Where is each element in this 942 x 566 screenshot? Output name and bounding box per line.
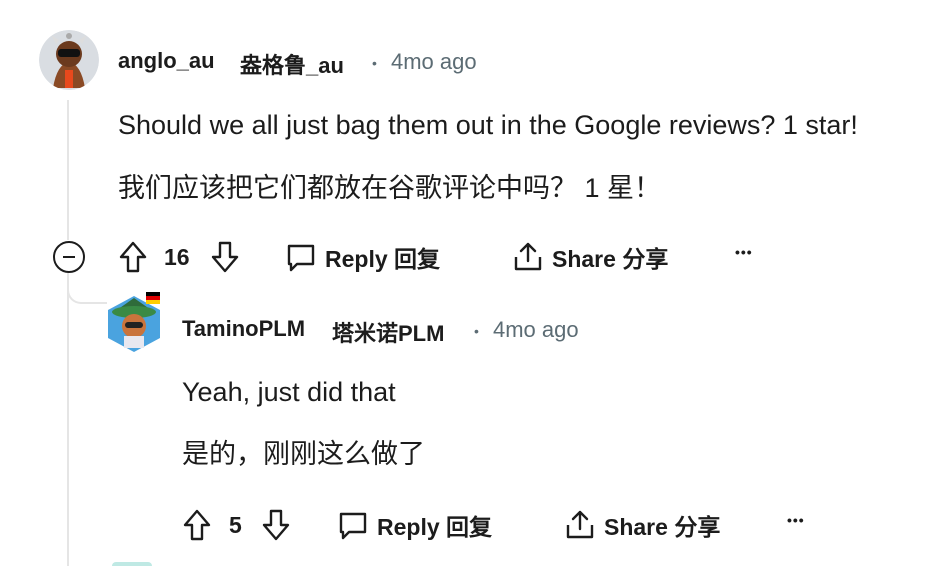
- downvote-icon: [262, 509, 290, 541]
- downvote-icon: [211, 241, 239, 273]
- upvote-icon: [119, 241, 147, 273]
- thread-line-main-lower: [67, 272, 69, 566]
- username[interactable]: TaminoPLM: [182, 316, 305, 342]
- share-icon: [566, 510, 594, 539]
- comment-text-cn: 我们应该把它们都放在谷歌评论中吗？ 1 星！: [118, 173, 662, 203]
- thread-line-main: [67, 100, 69, 240]
- username-cn[interactable]: 塔米诺PLM: [332, 316, 444, 348]
- upvote-button[interactable]: [118, 240, 148, 279]
- collapse-icon: [63, 256, 75, 258]
- meta-separator: •: [474, 323, 479, 339]
- downvote-button[interactable]: [210, 240, 240, 279]
- reply-button[interactable]: Reply 回复: [337, 508, 492, 542]
- upvote-button[interactable]: [182, 508, 212, 547]
- comment-text-en: Should we all just bag them out in the G…: [118, 110, 858, 140]
- thread-elbow: [67, 272, 107, 304]
- vote-count: 5: [229, 512, 242, 538]
- comment-text-cn: 是的，刚刚这么做了: [182, 439, 425, 469]
- more-options-button[interactable]: •••: [735, 244, 753, 260]
- next-avatar-partial: [112, 562, 152, 566]
- collapse-button[interactable]: [53, 241, 85, 273]
- avatar-reply[interactable]: [104, 292, 164, 356]
- username-cn[interactable]: 盎格鲁_au: [240, 48, 344, 80]
- share-button[interactable]: Share 分享: [512, 240, 668, 274]
- timestamp[interactable]: 4mo ago: [391, 49, 477, 75]
- share-button[interactable]: Share 分享: [564, 508, 720, 542]
- more-icon: •••: [787, 512, 805, 528]
- share-icon: [514, 242, 542, 271]
- share-label: Share 分享: [552, 246, 669, 272]
- timestamp[interactable]: 4mo ago: [493, 317, 579, 343]
- upvote-icon: [183, 509, 211, 541]
- downvote-button[interactable]: [261, 508, 291, 547]
- reply-button[interactable]: Reply 回复: [285, 240, 440, 274]
- username[interactable]: anglo_au: [118, 48, 215, 74]
- vote-count: 16: [164, 244, 190, 270]
- meta-separator: •: [372, 55, 377, 71]
- reply-label: Reply 回复: [325, 246, 441, 272]
- comment-icon: [339, 512, 367, 540]
- comment-text-en: Yeah, just did that: [182, 377, 396, 407]
- more-icon: •••: [735, 244, 753, 260]
- avatar[interactable]: [39, 30, 99, 90]
- reply-label: Reply 回复: [377, 514, 493, 540]
- comment-icon: [287, 244, 315, 272]
- more-options-button[interactable]: •••: [787, 512, 805, 528]
- share-label: Share 分享: [604, 514, 721, 540]
